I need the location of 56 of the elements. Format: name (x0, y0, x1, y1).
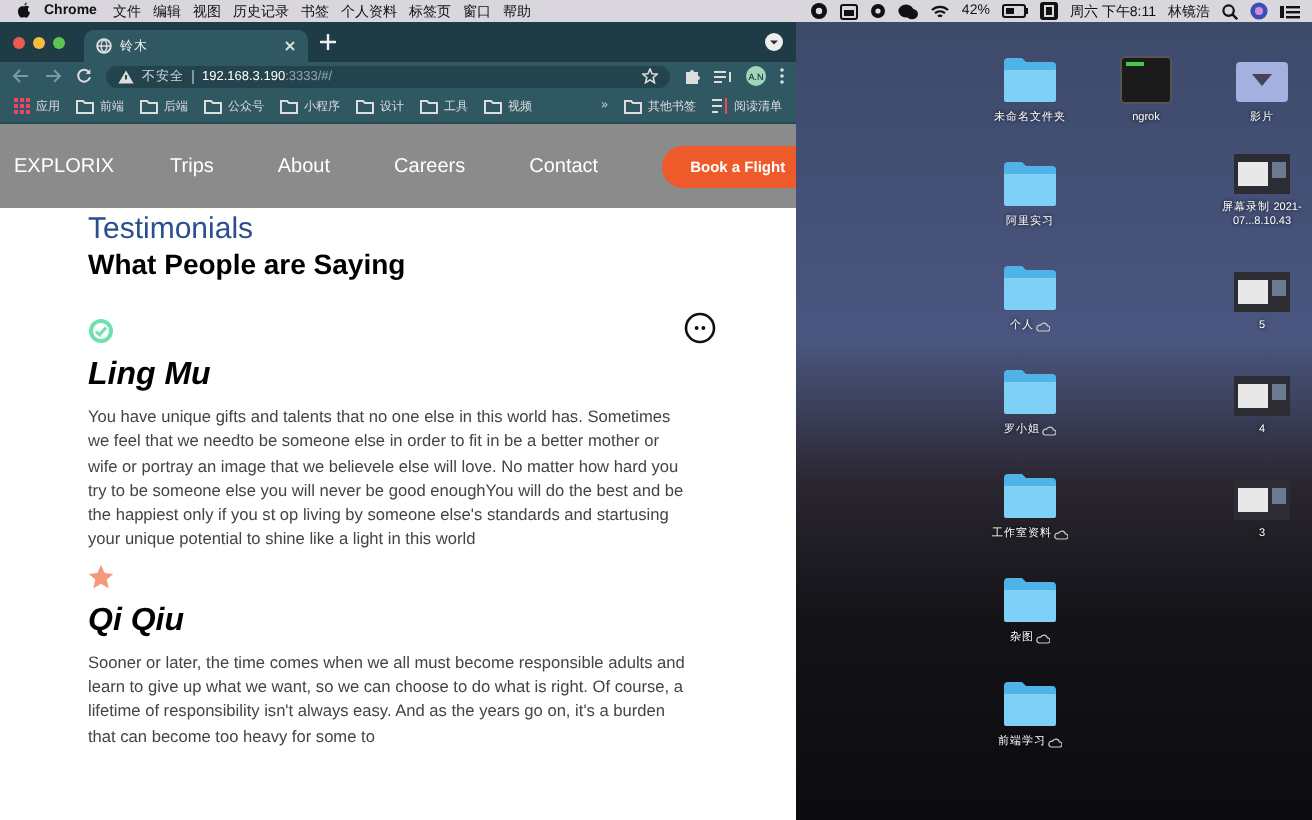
chat-icon[interactable] (897, 3, 918, 19)
terminal-icon[interactable] (1120, 56, 1172, 104)
star-icon[interactable] (642, 68, 658, 84)
reload-icon[interactable] (76, 68, 92, 84)
section-heading: What People are Saying (88, 248, 406, 282)
folder-icon (76, 99, 94, 113)
folder-icon (484, 99, 502, 113)
folder-icon (204, 99, 222, 113)
cloud-icon (1036, 634, 1050, 644)
screenshot-thumbnail[interactable] (1234, 376, 1290, 416)
more-icon[interactable] (684, 312, 716, 344)
forward-icon[interactable] (44, 68, 62, 84)
battery-icon[interactable] (1001, 4, 1028, 18)
testimonial-text: You have unique gifts and talents that no one else in this world has. Sometimes we feel that we needto be someone else in order to fit in be a better mother or wife or portray an image that we believele else will love. No matter how hard you try to be someone else you will never be good enoughYou will do the best and be the happiest only if you st op living by someone else's standards and startusing your unique potential to shine like a light in this world (88, 404, 686, 552)
window-icon[interactable] (839, 3, 858, 19)
globe-icon (96, 38, 112, 54)
testimonial-name: Ling Mu (88, 358, 213, 394)
cloud-icon (1048, 738, 1062, 748)
screenshot-thumbnail[interactable] (1234, 154, 1290, 194)
testimonial-text: Sooner or later, the time comes when we all must become responsible adults and learn to give up what we want, so we can choose to do what is right. Of course, a lifetime of responsibility isn't always easy. And as the years go on, it's a burden that can become too heavy for some to (88, 649, 687, 748)
screenshot-thumbnail[interactable] (1234, 272, 1290, 312)
folder-icon[interactable] (1002, 680, 1058, 728)
tab-search-icon[interactable] (764, 32, 784, 52)
folder-icon (420, 99, 438, 113)
apple-icon[interactable] (16, 2, 32, 20)
warning-icon (118, 69, 134, 83)
cloud-icon (1054, 530, 1068, 540)
folder-icon[interactable] (1002, 472, 1058, 520)
folder-icon[interactable] (1002, 576, 1058, 624)
testimonial-name: Qi Qiu (88, 603, 186, 640)
drive-icon[interactable] (1234, 60, 1290, 104)
star-icon (88, 563, 114, 590)
folder-icon (624, 99, 642, 113)
reading-list-icon[interactable] (714, 69, 732, 83)
cloud-icon (1042, 426, 1056, 436)
search-icon[interactable] (1222, 3, 1238, 19)
wifi-icon[interactable] (929, 3, 950, 19)
plus-icon[interactable] (320, 34, 336, 50)
apps-grid-icon (14, 98, 30, 114)
folder-icon (356, 99, 374, 113)
reading-list-icon (712, 98, 728, 114)
check-circle-icon (88, 318, 114, 344)
folder-icon[interactable] (1002, 160, 1058, 208)
cloud-icon (1036, 322, 1050, 332)
back-icon[interactable] (12, 68, 30, 84)
section-title: Testimonials (88, 212, 254, 246)
control-center-icon[interactable] (1280, 3, 1300, 19)
puzzle-icon[interactable] (684, 68, 700, 84)
folder-icon (140, 99, 158, 113)
close-icon[interactable] (284, 40, 296, 52)
folder-icon[interactable] (1002, 56, 1058, 104)
screenshot-thumbnail[interactable] (1234, 480, 1290, 520)
record-icon[interactable] (809, 2, 828, 20)
folder-icon[interactable] (1002, 368, 1058, 416)
folder-icon (280, 99, 298, 113)
record-icon[interactable] (869, 2, 886, 20)
